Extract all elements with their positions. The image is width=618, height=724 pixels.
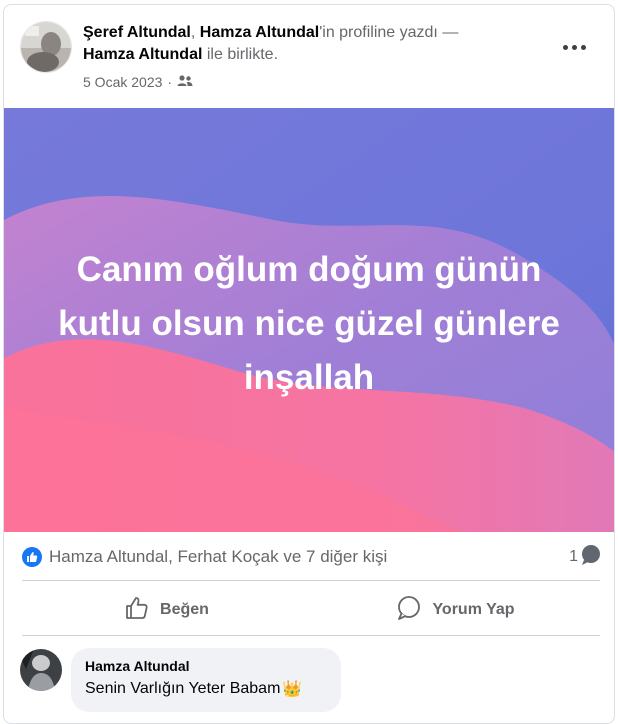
like-button-label: Beğen (160, 601, 209, 618)
wrote-on-profile-text: 'in profiline yazdı — (319, 24, 459, 41)
target-profile-link[interactable]: Hamza Altundal (200, 24, 319, 41)
comment-button[interactable]: Yorum Yap (311, 585, 600, 635)
author-avatar[interactable] (20, 21, 72, 73)
post-date-link[interactable]: 5 Ocak 2023 (83, 74, 162, 90)
divider-bottom (22, 635, 600, 636)
commenter-avatar[interactable] (20, 649, 62, 691)
post-header-text: Şeref Altundal, Hamza Altundal'in profil… (83, 22, 523, 66)
comment-bubble-icon (580, 544, 602, 571)
comment-text: Senin Varlığın Yeter Babam 👑 (85, 679, 327, 699)
post-card: Şeref Altundal, Hamza Altundal'in profil… (3, 4, 615, 724)
reactions-summary: Hamza Altundal, Ferhat Koçak ve 7 diğer … (22, 544, 602, 571)
with-text: ile birlikte. (206, 46, 279, 63)
friends-icon[interactable] (177, 74, 193, 90)
tagged-user-link[interactable]: Hamza Altundal (83, 46, 202, 63)
meta-separator: · (167, 74, 173, 90)
like-icon[interactable] (22, 547, 42, 567)
thumbs-up-icon (124, 595, 150, 626)
ellipsis-icon[interactable] (556, 35, 592, 59)
post-actions-bar: Beğen Yorum Yap (22, 585, 600, 635)
comment-author-link[interactable]: Hamza Altundal (85, 658, 327, 674)
comment-body: Senin Varlığın Yeter Babam (85, 680, 281, 697)
comment-count-link[interactable]: 1 (569, 544, 602, 571)
comment-bubble: Hamza Altundal Senin Varlığın Yeter Baba… (71, 648, 341, 712)
header-comma: , (190, 24, 196, 41)
divider-top (22, 580, 600, 581)
banner-message: Canım oğlum doğum günün kutlu olsun nice… (58, 250, 560, 397)
like-button[interactable]: Beğen (22, 585, 311, 635)
comment-icon (396, 595, 422, 626)
post-meta: 5 Ocak 2023 · (83, 74, 193, 90)
post-background-banner: Canım oğlum doğum günün kutlu olsun nice… (4, 108, 614, 532)
comment-button-label: Yorum Yap (432, 601, 515, 618)
comment-count-value: 1 (569, 548, 578, 565)
reaction-names-link[interactable]: Hamza Altundal, Ferhat Koçak ve 7 diğer … (49, 547, 387, 567)
crown-emoji: 👑 (282, 681, 303, 698)
author-name-link[interactable]: Şeref Altundal (83, 24, 191, 41)
